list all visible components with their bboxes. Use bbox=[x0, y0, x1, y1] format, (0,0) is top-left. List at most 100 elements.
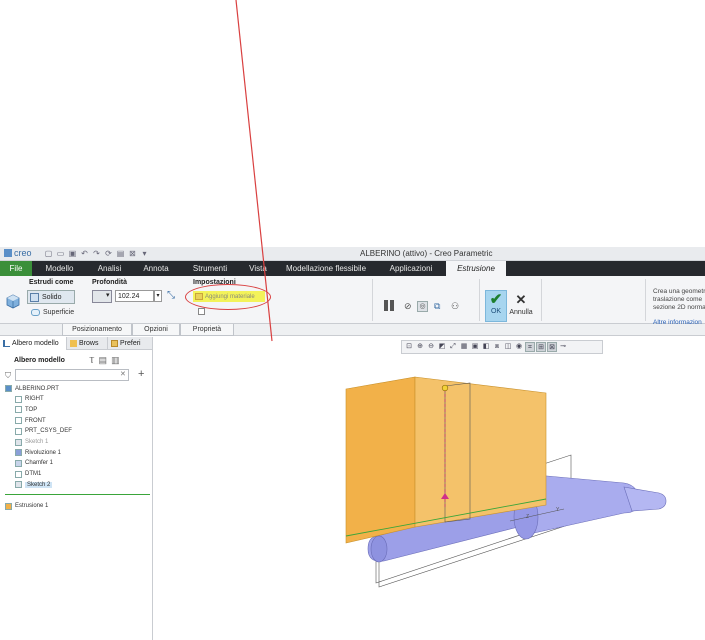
favorites-icon bbox=[111, 340, 118, 347]
tree-node[interactable]: Sketch 1 bbox=[15, 438, 48, 446]
part-icon bbox=[5, 385, 12, 392]
section-icon[interactable]: ◫ bbox=[503, 342, 513, 352]
ok-button[interactable]: ✔ OK bbox=[485, 290, 507, 322]
save-icon[interactable]: ▣ bbox=[68, 249, 77, 258]
tree-node[interactable]: Sketch 2 bbox=[15, 481, 53, 489]
tab-annota[interactable]: Annota bbox=[132, 261, 180, 276]
filter-icon[interactable]: ⛉ bbox=[5, 371, 11, 381]
datum-plane-icon bbox=[15, 395, 22, 403]
tree-node[interactable]: TOP bbox=[15, 406, 37, 414]
depth-dropdown-icon[interactable]: ▾ bbox=[154, 290, 162, 302]
annotation-display-icon[interactable]: ⊞ bbox=[536, 342, 546, 352]
folder-icon bbox=[70, 340, 77, 347]
tree-settings-icon[interactable]: Ⲧ bbox=[89, 355, 95, 366]
new-icon[interactable]: ▢ bbox=[44, 249, 53, 258]
shaft-end-left bbox=[370, 535, 388, 563]
refit-icon[interactable]: ⊡ bbox=[404, 342, 414, 352]
close-icon: ✕ bbox=[515, 292, 527, 307]
quick-access-toolbar: ▢ ▭ ▣ ↶ ↷ ⟳ ▤ ⊠ ▾ bbox=[44, 249, 149, 258]
undo-icon[interactable]: ↶ bbox=[80, 249, 89, 258]
add-icon[interactable]: + bbox=[138, 368, 144, 380]
insert-here-line[interactable] bbox=[5, 494, 150, 495]
regenerate-icon[interactable]: ⟳ bbox=[104, 249, 113, 258]
model-scene: Y Z bbox=[345, 376, 667, 588]
sketch-icon bbox=[15, 481, 22, 489]
ribbon: Estrudi come Solido Superficie Profondit… bbox=[0, 276, 705, 326]
tab-estrusione[interactable]: Estrusione bbox=[446, 261, 506, 276]
zoom-in-icon[interactable]: ⊕ bbox=[415, 342, 425, 352]
help-text: Crea una geometr traslazione come sezion… bbox=[653, 288, 705, 311]
tree-node[interactable]: Rivoluzione 1 bbox=[15, 449, 61, 457]
view-manager-icon[interactable]: ▦ bbox=[459, 342, 469, 352]
surface-icon bbox=[31, 309, 40, 316]
tree-node[interactable]: Estrusione 1 bbox=[5, 502, 48, 510]
no-preview-icon[interactable]: ⊘ bbox=[404, 301, 412, 312]
sketch-view-icon[interactable]: ⊸ bbox=[558, 342, 568, 352]
glasses-icon[interactable]: ⚇ bbox=[451, 301, 459, 312]
tab-modello[interactable]: Modello bbox=[32, 261, 87, 276]
creo-logo-icon bbox=[4, 249, 12, 257]
subtab-posizionamento[interactable]: Posizionamento bbox=[62, 324, 132, 336]
tree-node[interactable]: RIGHT bbox=[15, 395, 44, 403]
ribbon-tabs: File Modello Analisi Annota Strumenti Vista Mo… bbox=[0, 261, 705, 276]
saved-views-icon[interactable]: ▣ bbox=[470, 342, 480, 352]
sketch-icon bbox=[15, 438, 22, 446]
zoom-out-icon[interactable]: ⊖ bbox=[426, 342, 436, 352]
appearance-icon[interactable]: ◉ bbox=[514, 342, 524, 352]
extrude-feature-icon bbox=[6, 294, 20, 309]
open-icon[interactable]: ▭ bbox=[56, 249, 65, 258]
display-style-icon[interactable]: ◧ bbox=[481, 342, 491, 352]
perspective-icon[interactable]: ⧈ bbox=[492, 342, 502, 352]
close-window-icon[interactable]: ⊠ bbox=[128, 249, 137, 258]
repaint-icon[interactable]: ◩ bbox=[437, 342, 447, 352]
surface-button[interactable]: Superficie bbox=[31, 309, 74, 316]
spin-center-icon[interactable]: ⊠ bbox=[547, 342, 557, 352]
show-icon[interactable]: ▤ bbox=[99, 355, 108, 366]
tree-search-input[interactable] bbox=[15, 369, 129, 381]
tab-vista[interactable]: Vista bbox=[240, 261, 276, 276]
extrusion-front bbox=[345, 376, 416, 544]
tab-analisi[interactable]: Analisi bbox=[87, 261, 132, 276]
tree-node[interactable]: PRT_CSYS_DEF bbox=[15, 427, 72, 435]
chamfer-icon bbox=[15, 459, 22, 467]
pause-icon[interactable] bbox=[384, 300, 394, 311]
tab-strumenti[interactable]: Strumenti bbox=[180, 261, 240, 276]
tab-favorites[interactable]: Preferi bbox=[108, 337, 153, 350]
flip-direction-icon[interactable]: ⤡ bbox=[165, 290, 177, 302]
solid-button[interactable]: Solido bbox=[27, 290, 75, 304]
tab-model-tree[interactable]: Albero modello bbox=[0, 337, 67, 350]
app-logo: creo bbox=[4, 248, 32, 258]
tab-modellazione-flessibile[interactable]: Modellazione flessibile bbox=[276, 261, 376, 276]
graphics-toolbar: ⊡ ⊕ ⊖ ◩ ⤢ ▦ ▣ ◧ ⧈ ◫ ◉ ⌗ ⊞ ⊠ ⊸ bbox=[401, 340, 603, 354]
datum-display-icon[interactable]: ⌗ bbox=[525, 342, 535, 352]
tab-file[interactable]: File bbox=[0, 261, 32, 276]
thicken-checkbox[interactable] bbox=[198, 308, 205, 315]
tab-applicazioni[interactable]: Applicazioni bbox=[376, 261, 446, 276]
verify-icon[interactable]: ⧉ bbox=[434, 301, 440, 312]
tree-node[interactable]: FRONT bbox=[15, 417, 46, 425]
tree-columns-icon[interactable]: ▥ bbox=[111, 355, 120, 366]
datum-plane-icon bbox=[15, 417, 22, 425]
redo-icon[interactable]: ↷ bbox=[92, 249, 101, 258]
model-tree-tools: Ⲧ ▤ ▥ bbox=[89, 355, 120, 366]
windows-icon[interactable]: ▤ bbox=[116, 249, 125, 258]
separator bbox=[479, 279, 480, 321]
datum-plane-icon bbox=[15, 470, 22, 478]
tree-node[interactable]: DTM1 bbox=[15, 470, 41, 478]
preview-icon[interactable]: ◎ bbox=[417, 301, 428, 312]
dashboard-subtabs: Posizionamento Opzioni Proprietà bbox=[0, 324, 705, 336]
qat-dropdown-icon[interactable]: ▾ bbox=[140, 249, 149, 258]
reorient-icon[interactable]: ⤢ bbox=[448, 342, 458, 352]
title-bar: creo ▢ ▭ ▣ ↶ ↷ ⟳ ▤ ⊠ ▾ ALBERINO (attivo)… bbox=[0, 247, 705, 261]
clear-search-icon[interactable]: ✕ bbox=[120, 370, 126, 378]
depth-input[interactable] bbox=[115, 290, 154, 302]
tree-node[interactable]: Chamfer 1 bbox=[15, 459, 53, 467]
tab-browser[interactable]: Brows bbox=[67, 337, 108, 350]
depth-type-caret-icon[interactable]: ▾ bbox=[106, 291, 110, 299]
drag-handle bbox=[441, 384, 449, 392]
subtab-opzioni[interactable]: Opzioni bbox=[132, 324, 180, 336]
cancel-button[interactable]: ✕ Annulla bbox=[509, 292, 533, 316]
subtab-proprieta[interactable]: Proprietà bbox=[180, 324, 234, 336]
tree-node[interactable]: ALBERINO.PRT bbox=[5, 385, 59, 392]
csys-label-z: Z bbox=[526, 514, 529, 520]
